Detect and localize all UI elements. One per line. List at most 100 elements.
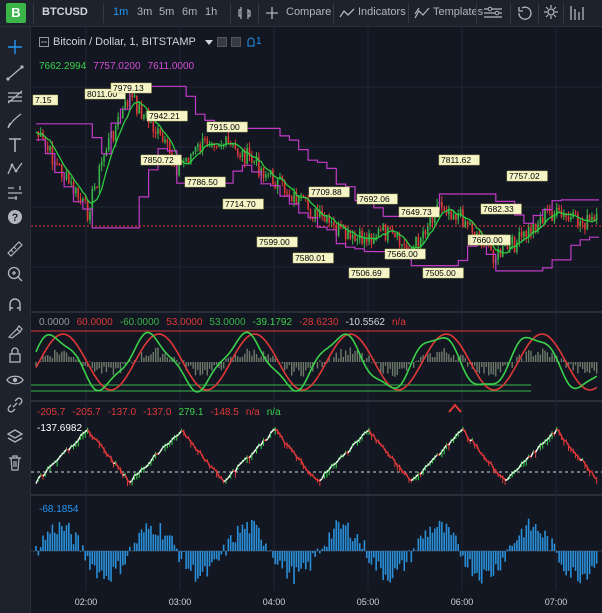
hist-bar: [150, 525, 152, 551]
timeframe-6m[interactable]: 6m: [182, 6, 197, 18]
hist-bar: [485, 551, 488, 571]
osc-histogram-bar: [56, 352, 58, 362]
compare-icon[interactable]: [265, 6, 279, 20]
alert-icon[interactable]: [482, 5, 506, 21]
osc-histogram-bar: [274, 358, 276, 362]
app-logo[interactable]: B: [6, 3, 26, 23]
trend-line-icon[interactable]: [5, 63, 25, 83]
timeframe-3m[interactable]: 3m: [137, 6, 152, 18]
close-small-icon[interactable]: [231, 37, 241, 47]
draw-mode-icon[interactable]: [5, 321, 25, 341]
indicators-icon[interactable]: [339, 7, 355, 19]
osc-histogram-bar: [452, 355, 455, 362]
indicators-button[interactable]: Indicators: [358, 6, 406, 18]
hist-bar: [91, 551, 94, 565]
templates-icon[interactable]: [414, 6, 430, 20]
link-icon[interactable]: [5, 395, 25, 415]
hist-bar: [466, 551, 469, 568]
prediction-icon[interactable]: [5, 183, 25, 203]
compare-button[interactable]: Compare: [286, 6, 331, 18]
layers-icon[interactable]: [5, 427, 25, 447]
chart-area[interactable]: 7.15 8011.00 7979.13 7942.21 7850.72 7915.00 7…: [31, 27, 602, 613]
chart-style-icon[interactable]: [238, 6, 252, 20]
hist-bar: [276, 551, 279, 565]
hist-bar: [448, 527, 450, 551]
timeframe-5m[interactable]: 5m: [159, 6, 174, 18]
wave-value-6: n/a: [245, 407, 260, 418]
ruler-icon[interactable]: [5, 239, 25, 259]
osc-histogram-bar: [504, 362, 506, 365]
candle-body: [351, 234, 354, 239]
candle-body: [133, 95, 136, 98]
crosshair-icon[interactable]: [5, 37, 25, 57]
candle-body: [354, 234, 356, 241]
undo-icon[interactable]: [516, 5, 534, 21]
settings-small-icon[interactable]: [217, 37, 227, 47]
osc-histogram-bar: [485, 362, 488, 368]
hist-bar: [593, 551, 596, 568]
hist-bar: [560, 551, 563, 565]
osc-histogram-bar: [143, 357, 145, 362]
osc-histogram-bar: [481, 362, 483, 367]
symbol-search[interactable]: BTCUSD: [42, 6, 88, 18]
text-icon[interactable]: [5, 135, 25, 155]
osc-histogram-bar: [490, 362, 492, 375]
trash-icon[interactable]: [5, 453, 25, 473]
hist-bar: [445, 523, 448, 551]
time-axis-label: 04:00: [263, 597, 286, 607]
candle-body: [483, 246, 485, 248]
osc-histogram-bar: [138, 361, 140, 362]
candle-body: [241, 150, 244, 158]
osc-histogram-bar: [307, 362, 309, 368]
eye-icon[interactable]: [5, 370, 25, 390]
brush-icon[interactable]: [5, 111, 25, 131]
settings-icon[interactable]: [543, 4, 559, 20]
osc-histogram-bar: [178, 362, 180, 365]
osc-histogram-bar: [98, 362, 101, 369]
candle-body: [213, 145, 216, 147]
hist-bar: [180, 551, 183, 560]
pitchfork-icon[interactable]: [5, 87, 25, 107]
candle-body: [272, 170, 274, 185]
hist-bar: [307, 551, 309, 562]
main-title[interactable]: Bitcoin / Dollar, 1, BITSTAMP: [53, 36, 196, 48]
candle-body: [490, 245, 492, 251]
osc-histogram-bar: [286, 362, 288, 369]
lock-icon[interactable]: [5, 345, 25, 365]
hist-bar: [591, 551, 593, 566]
alarm-icon[interactable]: [246, 36, 256, 48]
osc-value-2: -60.0000: [119, 317, 160, 328]
osc-histogram-bar: [293, 362, 295, 372]
hist-bar: [265, 543, 267, 551]
candle-body: [114, 126, 117, 141]
hist-bar: [361, 548, 363, 551]
hist-bar: [518, 535, 521, 551]
candle-body: [58, 163, 61, 165]
magnet-icon[interactable]: [5, 295, 25, 315]
hist-bar: [595, 551, 598, 564]
hist-bar: [258, 527, 260, 551]
hist-bar: [330, 538, 333, 551]
candle-body: [100, 161, 103, 166]
hist-bar: [433, 528, 436, 551]
candle-body: [112, 131, 115, 141]
wave-line: [270, 429, 274, 434]
hist-bar: [572, 551, 574, 568]
hist-bar: [255, 524, 258, 551]
hist-bar: [326, 546, 328, 551]
help-icon[interactable]: ?: [5, 207, 25, 227]
pattern-icon[interactable]: [5, 159, 25, 179]
chevron-down-icon[interactable]: [205, 40, 213, 46]
candle-body: [377, 229, 380, 237]
hist-bar: [44, 539, 47, 551]
osc-histogram-bar: [225, 358, 227, 362]
timeframe-1h[interactable]: 1h: [205, 6, 217, 18]
hist-bar: [89, 551, 91, 570]
hist-bar: [96, 551, 98, 579]
collapse-icon[interactable]: [39, 37, 49, 47]
fullscreen-icon[interactable]: [569, 4, 587, 22]
timeframe-1m[interactable]: 1m: [113, 6, 128, 18]
zoom-in-icon[interactable]: [5, 264, 25, 284]
hist-bar: [588, 551, 591, 575]
price-label: 7692.06: [359, 194, 390, 204]
